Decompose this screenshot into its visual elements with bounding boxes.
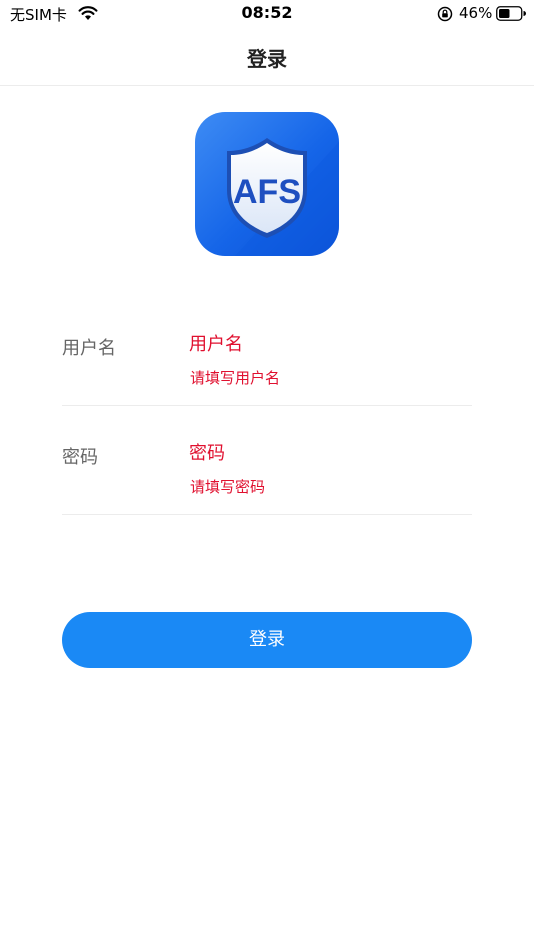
username-input[interactable]: [189, 330, 469, 358]
login-screen: 无SIM卡 08:52 46% 登录 AFS 用户名 用户名 请填写用户名 密码…: [0, 0, 534, 950]
status-bar: 无SIM卡 08:52 46%: [0, 0, 534, 28]
password-error: 请填写密码: [190, 478, 266, 496]
page-title: 登录: [247, 47, 287, 71]
password-row: 密码 请填写密码: [62, 406, 472, 515]
battery-percent: 46%: [459, 4, 493, 22]
orientation-lock-icon: [437, 6, 453, 22]
login-button[interactable]: 登录: [62, 612, 472, 668]
username-label: 用户名: [62, 338, 116, 359]
password-label: 密码: [62, 447, 98, 468]
password-input[interactable]: [189, 439, 469, 467]
username-row: 用户名 请填写用户名: [62, 297, 472, 406]
afs-logo: AFS: [195, 112, 339, 256]
username-error: 请填写用户名: [190, 369, 281, 387]
nav-bar: 登录: [0, 28, 534, 86]
clock: 08:52: [241, 3, 293, 22]
battery-icon: [496, 6, 526, 21]
logo-text: AFS: [233, 173, 301, 211]
